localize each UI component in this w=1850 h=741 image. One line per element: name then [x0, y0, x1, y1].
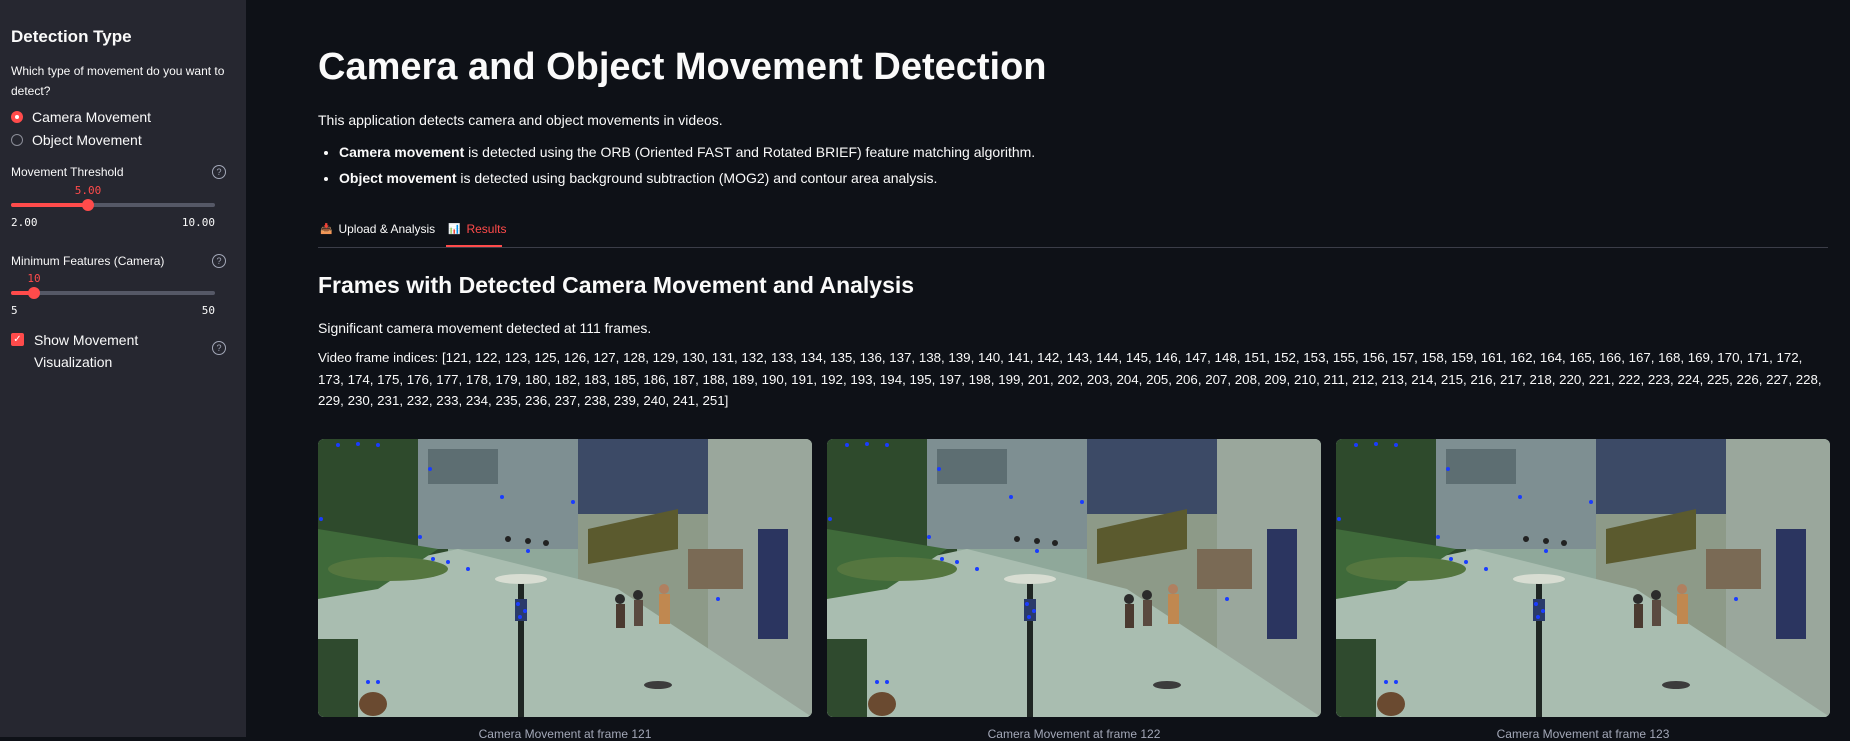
tab-results[interactable]: 📊 Results: [448, 222, 506, 236]
slider-fill: [11, 203, 88, 207]
slider-label: Minimum Features (Camera): [11, 254, 165, 268]
radio-label: Object Movement: [32, 131, 142, 148]
help-icon[interactable]: ?: [212, 341, 226, 355]
threshold-slider-block: Movement Threshold ? 5.00 2.00 10.00: [11, 151, 235, 239]
frame-caption: Camera Movement at frame 121: [478, 727, 652, 741]
feature-list: Camera movement is detected using the OR…: [318, 139, 1035, 191]
slider-max: 50: [201, 304, 215, 317]
intro-text: This application detects camera and obje…: [318, 112, 723, 128]
radio-label: Camera Movement: [32, 108, 152, 125]
sidebar-title: Detection Type: [11, 27, 132, 46]
frame-card: Camera Movement at frame 122: [827, 439, 1321, 741]
section-title: Frames with Detected Camera Movement and…: [318, 272, 915, 298]
slider-max: 10.00: [181, 216, 215, 229]
checkbox-checked-icon[interactable]: ✓: [11, 333, 24, 346]
frame-image: [827, 439, 1321, 717]
frame-card: Camera Movement at frame 123: [1336, 439, 1830, 741]
help-icon[interactable]: ?: [212, 165, 226, 179]
slider-thumb[interactable]: [82, 199, 94, 211]
upload-icon: 📥: [320, 223, 333, 235]
radio-object-movement[interactable]: Object Movement: [11, 128, 235, 151]
frame-caption: Camera Movement at frame 123: [1496, 727, 1670, 741]
slider-min: 2.00: [11, 216, 38, 229]
tab-label: Upload & Analysis: [338, 222, 436, 236]
threshold-slider[interactable]: [11, 199, 215, 211]
campus-scene-image: [827, 439, 1321, 717]
help-icon[interactable]: ?: [212, 254, 226, 268]
slider-label: Movement Threshold: [11, 165, 124, 179]
radio-selected-icon[interactable]: [11, 110, 23, 123]
frame-card: Camera Movement at frame 121: [318, 439, 812, 741]
slider-thumb[interactable]: [28, 287, 40, 299]
detection-question: Which type of movement do you want to de…: [11, 64, 225, 98]
sidebar: Detection Type Which type of movement do…: [0, 0, 246, 737]
min-features-slider[interactable]: [11, 287, 215, 299]
active-tab-indicator: [446, 245, 502, 247]
movement-summary: Significant camera movement detected at …: [318, 320, 652, 336]
frame-image: [1336, 439, 1830, 717]
frame-indices: Video frame indices: [121, 122, 123, 125…: [318, 350, 1822, 408]
slider-value: 10: [27, 272, 41, 285]
frame-image: [318, 439, 812, 717]
slider-value: 5.00: [74, 184, 102, 197]
list-item: Camera movement is detected using the OR…: [339, 139, 1035, 165]
checkbox-label: Show Movement Visualization: [34, 332, 139, 370]
slider-min: 5: [11, 304, 18, 317]
campus-scene-image: [1336, 439, 1830, 717]
radio-camera-movement[interactable]: Camera Movement: [11, 105, 235, 128]
radio-unselected-icon[interactable]: [11, 133, 23, 146]
min-features-slider-block: Minimum Features (Camera) ? 10 5 50: [11, 239, 235, 325]
tab-bar: 📥 Upload & Analysis 📊 Results: [318, 218, 1828, 248]
list-item: Object movement is detected using backgr…: [339, 165, 1035, 191]
frame-caption: Camera Movement at frame 122: [987, 727, 1161, 741]
frame-gallery: Camera Movement at frame 121 Camera Move…: [318, 439, 1830, 741]
show-visualization-checkbox[interactable]: ✓ Show Movement Visualization ?: [11, 329, 235, 373]
page-title: Camera and Object Movement Detection: [318, 46, 1047, 88]
tab-upload-analysis[interactable]: 📥 Upload & Analysis: [320, 222, 435, 236]
campus-scene-image: [318, 439, 812, 717]
chart-icon: 📊: [448, 223, 461, 235]
tab-label: Results: [466, 222, 507, 236]
